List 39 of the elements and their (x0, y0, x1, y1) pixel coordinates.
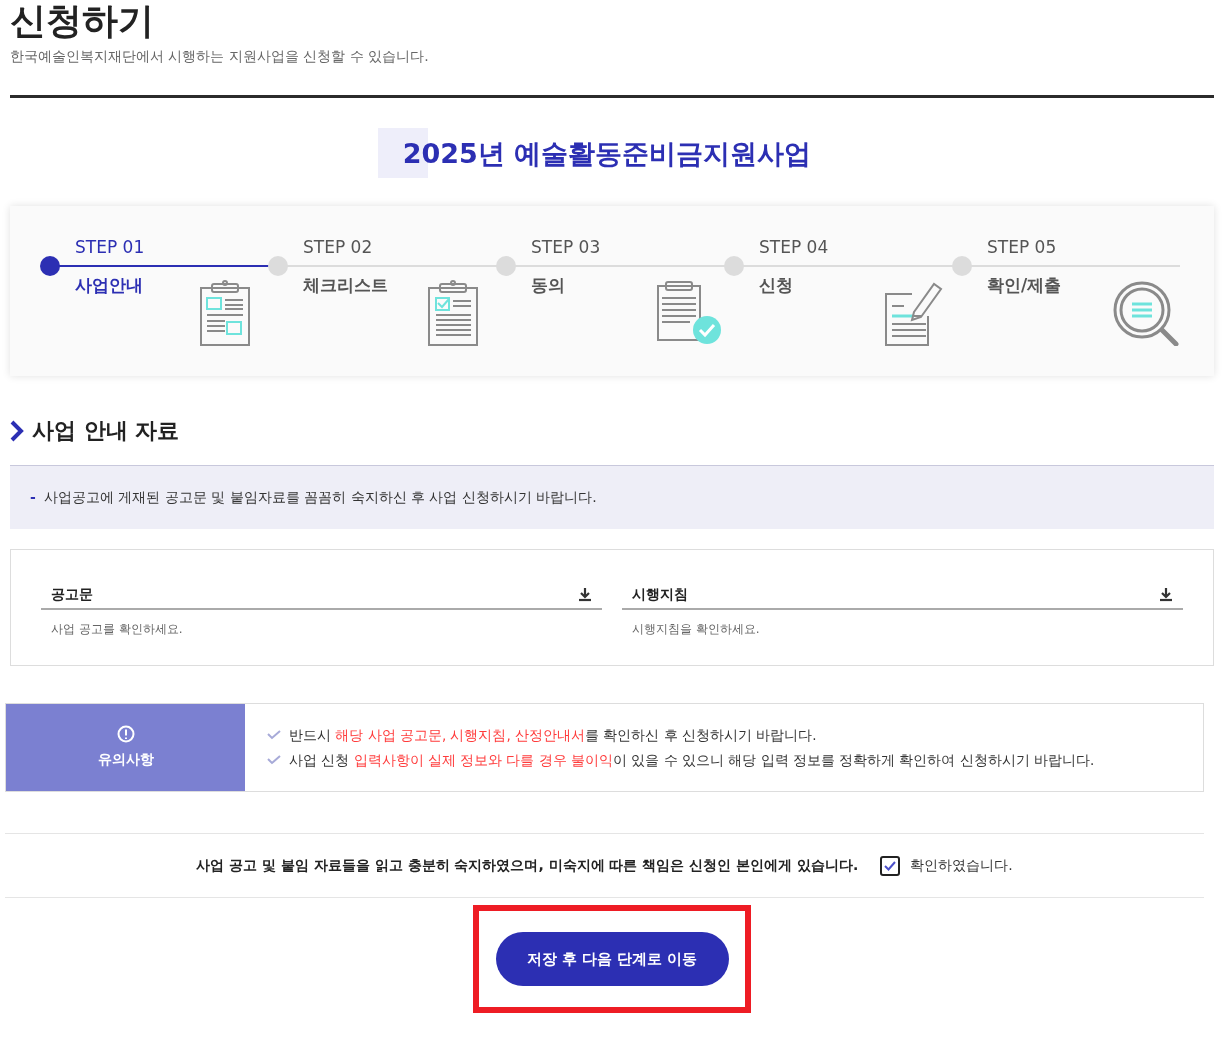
download-icon[interactable] (1159, 586, 1173, 602)
magnifier-icon (1112, 280, 1182, 346)
step-name: 신청 (759, 274, 793, 296)
page-subtitle: 한국예술인복지재단에서 시행하는 지원사업을 신청할 수 있습니다. (10, 47, 429, 66)
caution-label: 유의사항 (97, 750, 154, 769)
agreement-checkbox[interactable] (880, 855, 901, 876)
agreement-text: 사업 공고 및 붙임 자료들을 읽고 충분히 숙지하였으며, 미숙지에 따른 책임은 신청인 본인에게 있습니다. (196, 856, 859, 875)
alert-circle-icon (116, 725, 135, 743)
clipboard-icon (200, 280, 250, 346)
step-name: 체크리스트 (303, 274, 388, 296)
download-description: 시행지침을 확인하세요. (631, 621, 761, 638)
page-title: 신청하기 (10, 0, 154, 42)
clipboard-check-icon (656, 280, 722, 346)
step-name: 사업안내 (75, 274, 143, 296)
document-pencil-icon (884, 280, 944, 346)
checkmark-icon (884, 860, 897, 871)
chevron-right-icon (10, 419, 24, 442)
notice-text: 사업공고에 게재된 공고문 및 붙임자료를 꼼꼼히 숙지하신 후 사업 신청하시기 바랍니다. (43, 488, 597, 507)
step-name: 확인/제출 (987, 274, 1062, 296)
step-label: STEP 05 (987, 236, 1057, 258)
notice-bullet: - (30, 488, 36, 507)
check-icon (267, 730, 281, 741)
download-title: 공고문 (51, 584, 93, 604)
checklist-clipboard-icon (428, 280, 478, 346)
caution-text: 반드시 해당 사업 공고문, 시행지침, 산정안내서 를 확인하신 후 신청하시기 바랍니다. (289, 726, 817, 746)
check-icon (267, 754, 281, 765)
program-title: 2025년 예술활동준비금지원사업 (402, 138, 812, 170)
step-label: STEP 03 (531, 236, 601, 258)
step-name: 동의 (531, 274, 565, 296)
download-description: 사업 공고를 확인하세요. (50, 621, 184, 638)
step-label: STEP 02 (303, 236, 373, 258)
agreement-checkbox-label: 확인하였습니다. (910, 856, 1013, 875)
caution-text: 사업 신청 입력사항이 실제 정보와 다를 경우 불이익 이 있을 수 있으니 해당 입력 정보를 정확하게 확인하여 신청하시기 바랍니다. (289, 750, 1095, 770)
download-icon[interactable] (578, 586, 592, 602)
save-next-button[interactable]: 저장 후 다음 단계로 이동 (495, 932, 729, 986)
step-label: STEP 01 (75, 236, 145, 258)
download-title: 시행지침 (632, 584, 688, 604)
step-label: STEP 04 (759, 236, 829, 258)
section-title: 사업 안내 자료 (32, 417, 180, 445)
